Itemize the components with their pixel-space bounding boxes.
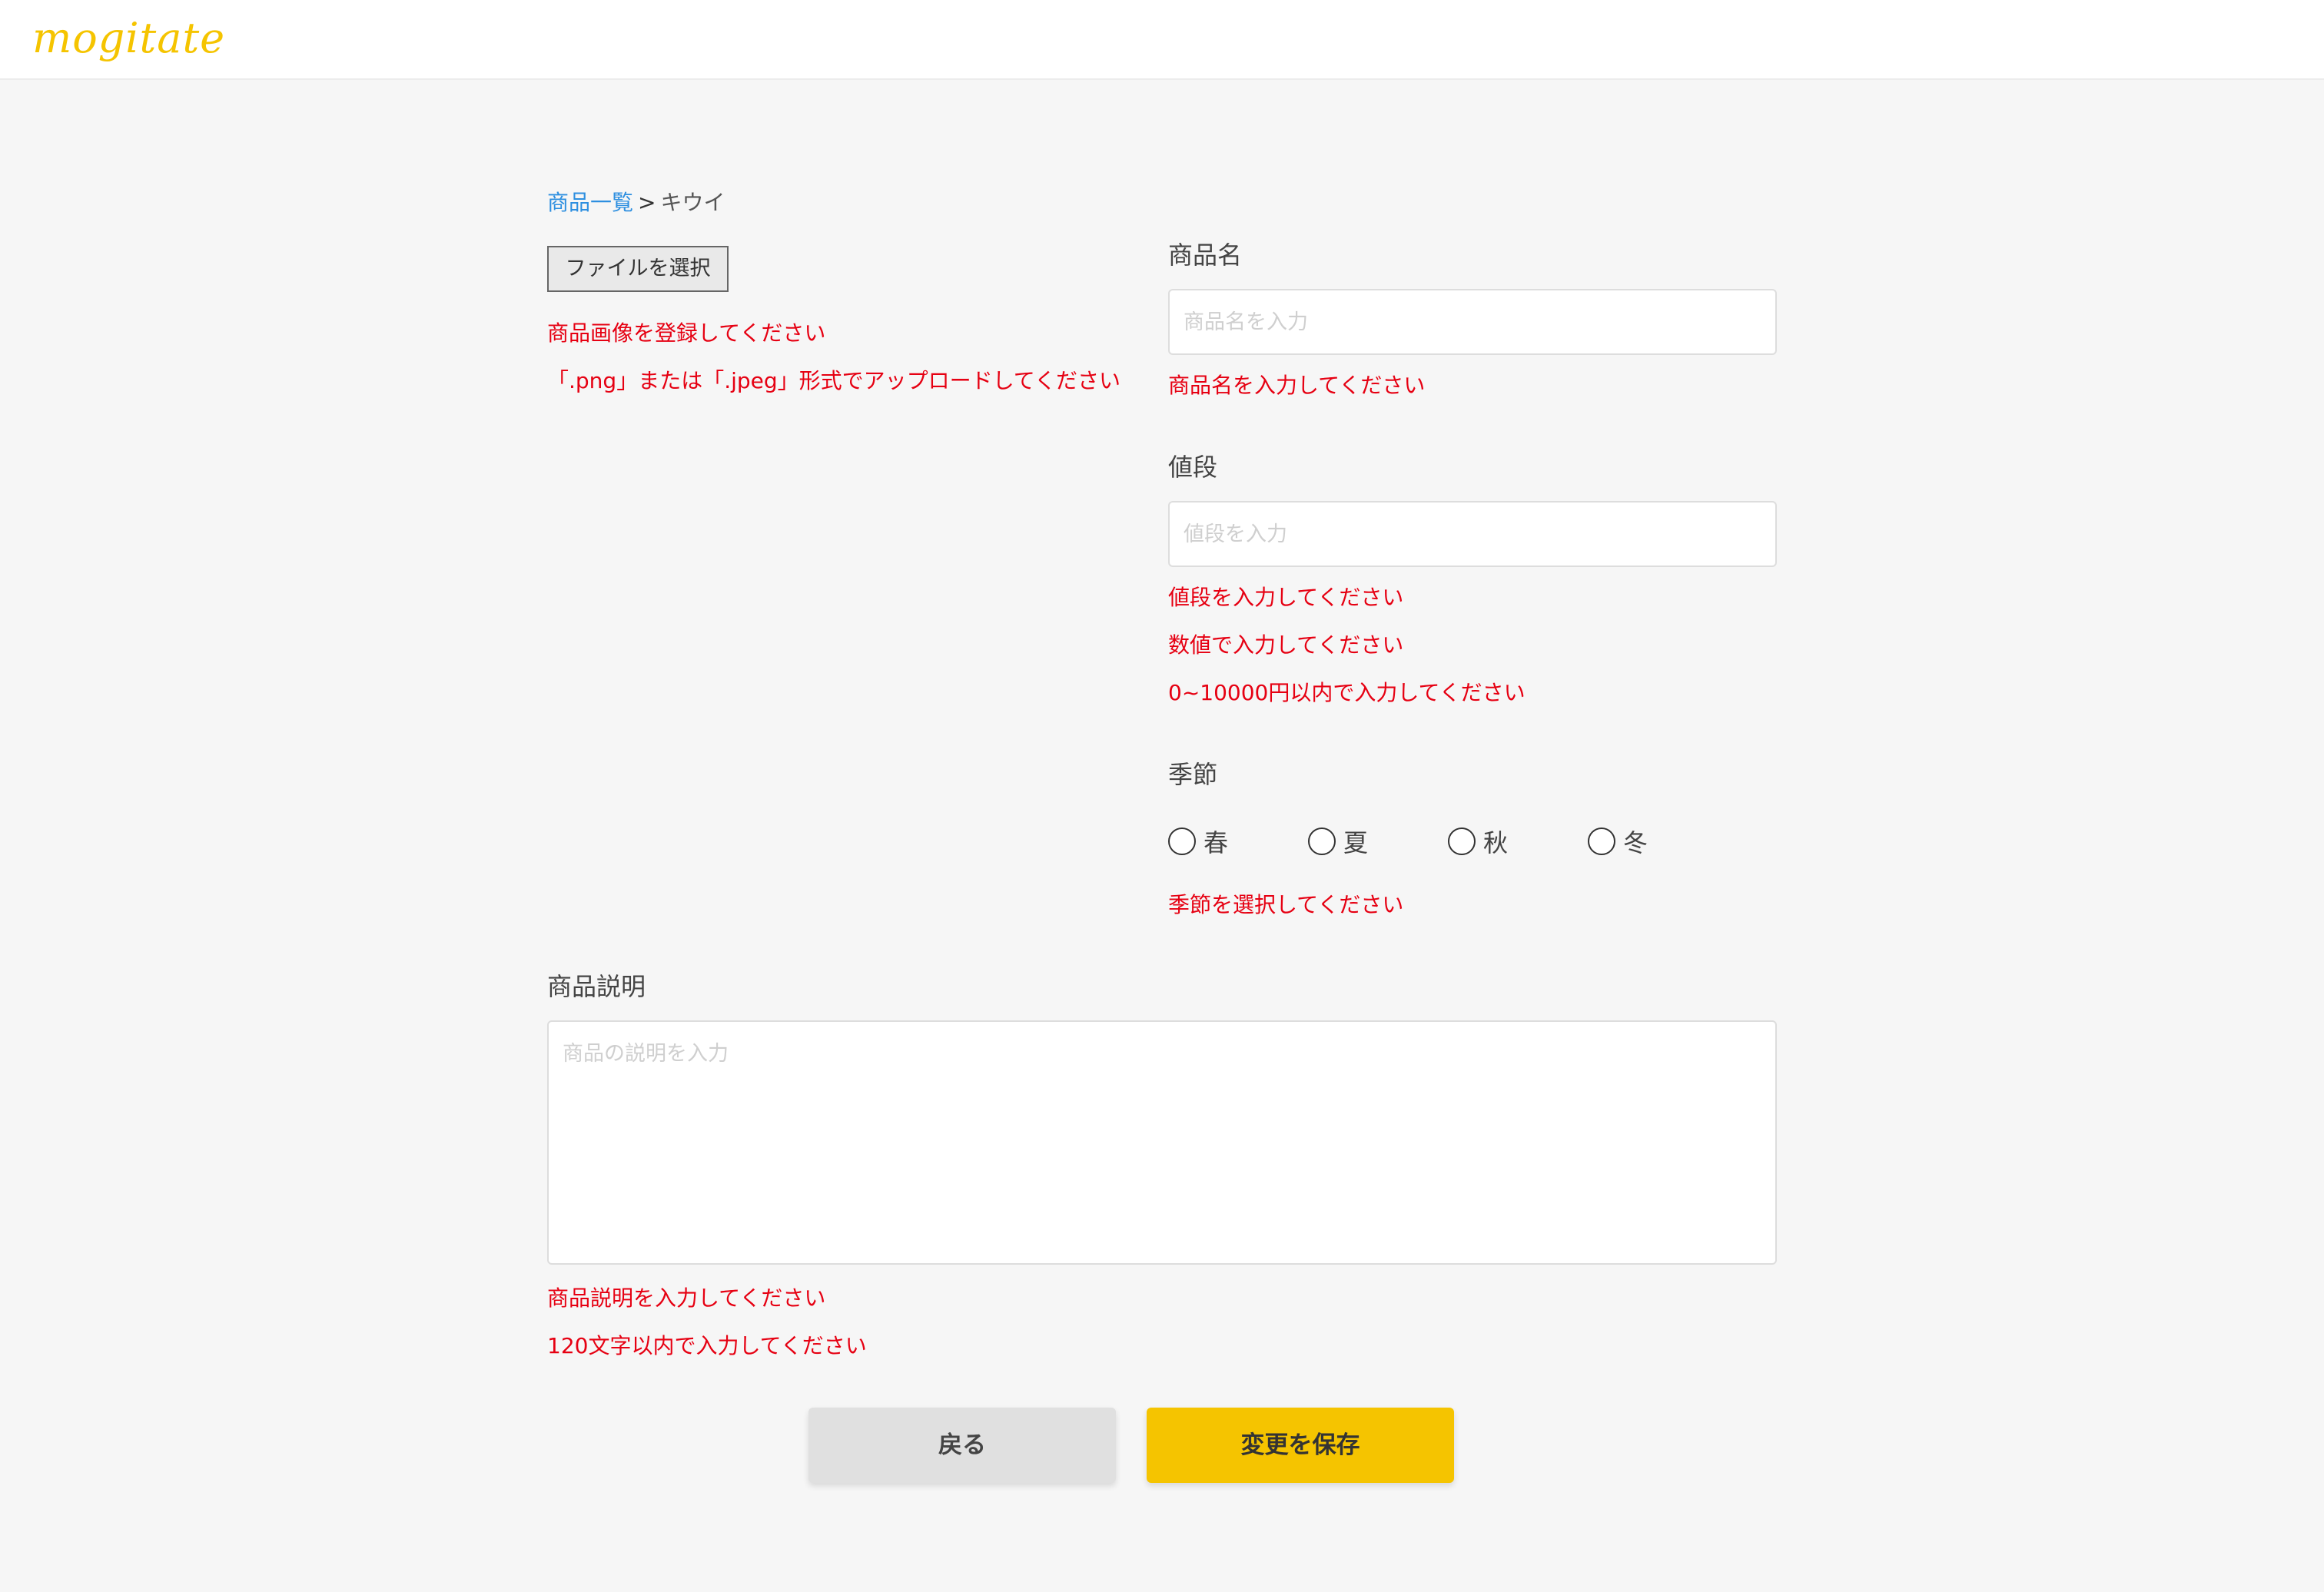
radio-circle-icon[interactable] bbox=[1308, 828, 1336, 855]
description-label: 商品説明 bbox=[547, 972, 646, 1001]
description-textarea[interactable] bbox=[547, 1020, 1777, 1265]
season-option-label: 夏 bbox=[1343, 828, 1369, 857]
breadcrumb: 商品一覧 > キウイ bbox=[547, 187, 725, 218]
logo[interactable]: mogitate bbox=[32, 8, 225, 69]
season-option-label: 冬 bbox=[1623, 828, 1648, 857]
top-header: mogitate bbox=[0, 0, 2324, 80]
breadcrumb-current: キウイ bbox=[660, 190, 725, 215]
file-select-button[interactable]: ファイルを選択 bbox=[547, 246, 729, 292]
name-label: 商品名 bbox=[1168, 240, 1243, 270]
breadcrumb-separator: > bbox=[638, 190, 656, 215]
breadcrumb-products-link[interactable]: 商品一覧 bbox=[547, 190, 633, 215]
radio-circle-icon[interactable] bbox=[1448, 828, 1476, 855]
price-label: 値段 bbox=[1168, 453, 1218, 482]
price-error-numeric: 数値で入力してください bbox=[1168, 632, 1404, 658]
image-error-required: 商品画像を登録してください bbox=[547, 320, 826, 346]
description-error-required: 商品説明を入力してください bbox=[547, 1285, 826, 1311]
save-changes-button[interactable]: 変更を保存 bbox=[1147, 1408, 1454, 1483]
name-input[interactable] bbox=[1168, 289, 1777, 355]
description-error-length: 120文字以内で入力してください bbox=[547, 1333, 867, 1358]
radio-circle-icon[interactable] bbox=[1588, 828, 1615, 855]
season-option-summer[interactable]: 夏 bbox=[1308, 824, 1368, 859]
season-option-label: 春 bbox=[1204, 828, 1229, 857]
back-button[interactable]: 戻る bbox=[808, 1408, 1116, 1483]
image-error-format: 「.png」または「.jpeg」形式でアップロードしてください bbox=[547, 368, 1120, 393]
price-error-range: 0~10000円以内で入力してください bbox=[1168, 680, 1526, 705]
season-option-autumn[interactable]: 秋 bbox=[1448, 824, 1508, 859]
season-option-label: 秋 bbox=[1483, 828, 1509, 857]
price-error-required: 値段を入力してください bbox=[1168, 585, 1404, 610]
season-label: 季節 bbox=[1168, 760, 1218, 789]
season-option-winter[interactable]: 冬 bbox=[1588, 824, 1648, 859]
season-option-spring[interactable]: 春 bbox=[1168, 824, 1228, 859]
season-error-required: 季節を選択してください bbox=[1168, 892, 1404, 917]
price-input[interactable] bbox=[1168, 501, 1777, 567]
name-error-required: 商品名を入力してください bbox=[1168, 373, 1426, 398]
radio-circle-icon[interactable] bbox=[1168, 828, 1196, 855]
